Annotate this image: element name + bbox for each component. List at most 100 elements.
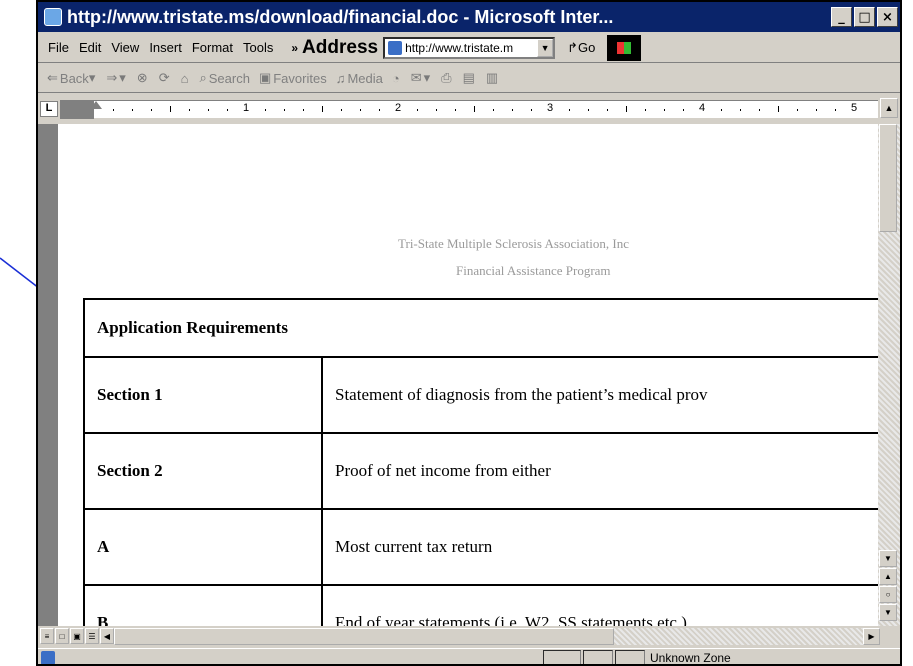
org-name: Tri-State Multiple Sclerosis Association… — [398, 236, 629, 251]
search-button[interactable]: ⌕ Search — [199, 70, 249, 86]
back-label: Back — [59, 70, 89, 86]
previous-page-icon[interactable]: ▲ — [879, 568, 897, 585]
address-value[interactable]: http://www.tristate.m — [405, 41, 537, 55]
row-label: Section 2 — [83, 432, 323, 510]
favorites-button[interactable]: ▣ Favorites — [259, 70, 327, 86]
table-title: Application Requirements — [83, 298, 878, 358]
table-header-row: Application Requirements — [83, 298, 878, 358]
menu-tools[interactable]: Tools — [243, 40, 273, 55]
discuss-button[interactable]: ▥ — [486, 70, 500, 86]
address-label: Address — [302, 36, 379, 58]
ruler-tick — [455, 109, 456, 111]
requirements-table: Application Requirements Section 1 State… — [83, 298, 878, 626]
ruler-tick — [740, 109, 741, 111]
document-area: Tri-State Multiple Sclerosis Association… — [38, 124, 878, 626]
next-page-icon[interactable]: ▼ — [879, 604, 897, 621]
ruler[interactable]: 1 2 3 4 5 — [60, 100, 878, 119]
ruler-tick — [626, 106, 627, 112]
page-icon — [388, 40, 403, 55]
menu-edit[interactable]: Edit — [79, 40, 101, 55]
edit-button[interactable]: ▤ — [463, 70, 477, 86]
minimize-button[interactable]: _ — [831, 7, 852, 27]
ruler-tick — [151, 109, 152, 111]
scroll-down-icon[interactable]: ▼ — [879, 550, 897, 567]
history-icon: ◔ — [391, 70, 400, 86]
ruler-tick — [417, 109, 418, 111]
ruler-tick — [645, 109, 646, 111]
maximize-button[interactable]: □ — [854, 7, 875, 27]
ruler-tick — [379, 109, 380, 111]
forward-button[interactable]: ⇒ ▾ — [106, 70, 127, 86]
select-browse-object-icon[interactable]: ○ — [879, 586, 897, 603]
status-cell — [543, 650, 581, 664]
ruler-tick — [759, 109, 760, 111]
back-arrow-icon: ⇐ — [47, 70, 58, 85]
ie-icon — [44, 8, 62, 26]
web-layout-icon[interactable]: □ — [55, 628, 69, 644]
title-bar: http://www.tristate.ms/download/financia… — [38, 2, 900, 32]
history-button[interactable]: ◔ — [392, 71, 402, 86]
menu-file[interactable]: File — [48, 40, 69, 55]
stop-button[interactable]: ⊗ — [137, 70, 150, 86]
ruler-row: L 1 2 3 4 5 ▲ — [38, 94, 900, 124]
menu-insert[interactable]: Insert — [149, 40, 182, 55]
horizontal-scrollbar[interactable]: ▶ — [114, 628, 880, 645]
ruler-tick — [227, 109, 228, 111]
ruler-tick — [797, 109, 798, 111]
close-button[interactable]: × — [877, 7, 898, 27]
address-dropdown-icon[interactable]: ▼ — [537, 38, 554, 57]
scroll-right-icon[interactable]: ▶ — [863, 628, 880, 645]
ruler-tick — [474, 106, 475, 112]
mail-button[interactable]: ✉ ▾ — [411, 70, 432, 86]
menu-overflow-chevron[interactable]: » — [291, 41, 298, 55]
security-zone: Unknown Zone — [650, 651, 731, 665]
ruler-tick — [778, 106, 779, 112]
menu-format[interactable]: Format — [192, 40, 233, 55]
outline-view-icon[interactable]: ☰ — [85, 628, 99, 644]
ruler-tick — [132, 109, 133, 111]
ruler-tick — [322, 106, 323, 112]
forward-arrow-icon: ⇒ — [106, 70, 118, 85]
search-icon: ⌕ — [199, 70, 207, 85]
row-text: End of year statements (i.e. W2, SS stat… — [321, 584, 878, 626]
toolbar: ⇐ Back ▾ ⇒ ▾ ⊗ ⟳ ⌂ ⌕ Search ▣ Favorites ♫ Medi… — [38, 64, 900, 93]
ruler-tick — [189, 109, 190, 111]
menu-view[interactable]: View — [111, 40, 139, 55]
ruler-tick — [607, 109, 608, 111]
status-bar: Unknown Zone — [38, 648, 900, 665]
media-button[interactable]: ♫ Media — [336, 71, 383, 86]
ruler-tick — [721, 109, 722, 111]
home-icon: ⌂ — [180, 70, 189, 86]
status-cell — [615, 650, 645, 664]
vertical-scroll-thumb[interactable] — [879, 124, 897, 232]
horizontal-scroll-thumb[interactable] — [114, 628, 614, 645]
print-layout-icon[interactable]: ▣ — [70, 628, 84, 644]
ruler-tick — [531, 109, 532, 111]
ruler-number: 2 — [395, 102, 402, 114]
print-button[interactable]: ⎙ — [441, 70, 453, 86]
ruler-tick — [303, 109, 304, 111]
discuss-icon: ▥ — [485, 70, 499, 85]
vertical-scrollbar[interactable]: ▼ ▲ ○ ▼ — [878, 124, 900, 626]
edit-icon: ▤ — [462, 70, 475, 85]
go-label: Go — [577, 39, 596, 55]
refresh-button[interactable]: ⟳ — [159, 70, 172, 86]
scroll-up-icon[interactable]: ▲ — [880, 98, 898, 118]
tab-stop-selector[interactable]: L — [40, 101, 58, 117]
media-icon: ♫ — [335, 70, 346, 86]
normal-view-icon[interactable]: ≡ — [40, 628, 54, 644]
ruler-tick — [664, 109, 665, 111]
back-button[interactable]: ⇐ Back ▾ — [47, 70, 97, 86]
table-row: A Most current tax return — [83, 508, 878, 586]
table-row: Section 1 Statement of diagnosis from th… — [83, 356, 878, 434]
table-row: B End of year statements (i.e. W2, SS st… — [83, 584, 878, 626]
home-button[interactable]: ⌂ — [181, 71, 191, 86]
ruler-tick — [113, 109, 114, 111]
go-button[interactable]: ↱Go — [567, 40, 595, 56]
ruler-tick — [436, 109, 437, 111]
ruler-left-margin — [60, 101, 94, 119]
ruler-number: 3 — [547, 102, 554, 114]
address-field[interactable]: http://www.tristate.m ▼ — [383, 36, 556, 59]
scroll-left-icon[interactable]: ◀ — [100, 628, 114, 644]
print-icon: ⎙ — [441, 70, 452, 85]
